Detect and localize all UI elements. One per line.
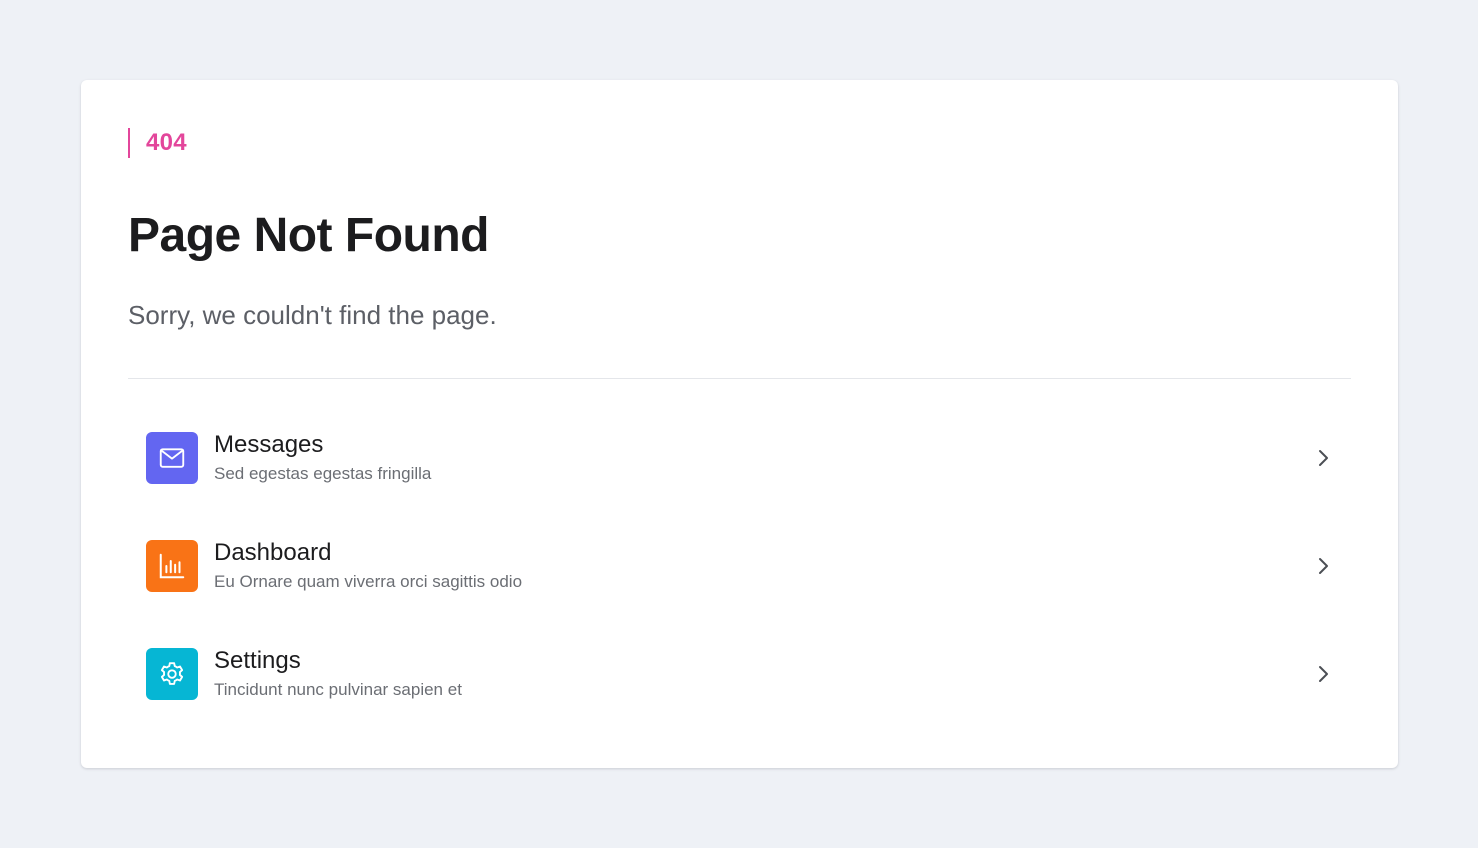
accent-bar xyxy=(128,128,130,158)
page-subtitle: Sorry, we couldn't find the page. xyxy=(128,300,497,330)
link-item-settings[interactable]: Settings Tincidunt nunc pulvinar sapien … xyxy=(128,620,1351,728)
chevron-right-icon xyxy=(1313,664,1333,684)
quick-links-list: Messages Sed egestas egestas fringilla D… xyxy=(128,404,1351,728)
link-title: Dashboard xyxy=(214,539,332,566)
dashboard-icon-tile xyxy=(146,540,198,592)
chevron-right-icon xyxy=(1313,448,1333,468)
link-item-dashboard[interactable]: Dashboard Eu Ornare quam viverra orci sa… xyxy=(128,512,1351,620)
link-description: Tincidunt nunc pulvinar sapien et xyxy=(214,680,462,699)
envelope-icon xyxy=(159,448,185,468)
link-title: Messages xyxy=(214,431,324,458)
link-description: Sed egestas egestas fringilla xyxy=(214,464,432,483)
chevron-right-icon xyxy=(1313,556,1333,576)
divider xyxy=(128,378,1351,379)
link-title: Settings xyxy=(214,647,301,674)
link-item-messages[interactable]: Messages Sed egestas egestas fringilla xyxy=(128,404,1351,512)
settings-icon-tile xyxy=(146,648,198,700)
link-description: Eu Ornare quam viverra orci sagittis odi… xyxy=(214,572,523,591)
not-found-card: 404 Page Not Found Sorry, we couldn't fi… xyxy=(81,80,1398,768)
error-code: 404 xyxy=(128,128,187,158)
error-code-text: 404 xyxy=(146,129,187,156)
messages-icon-tile xyxy=(146,432,198,484)
page-title: Page Not Found xyxy=(128,209,489,262)
bar-chart-icon xyxy=(159,553,185,579)
gear-icon xyxy=(160,662,184,685)
